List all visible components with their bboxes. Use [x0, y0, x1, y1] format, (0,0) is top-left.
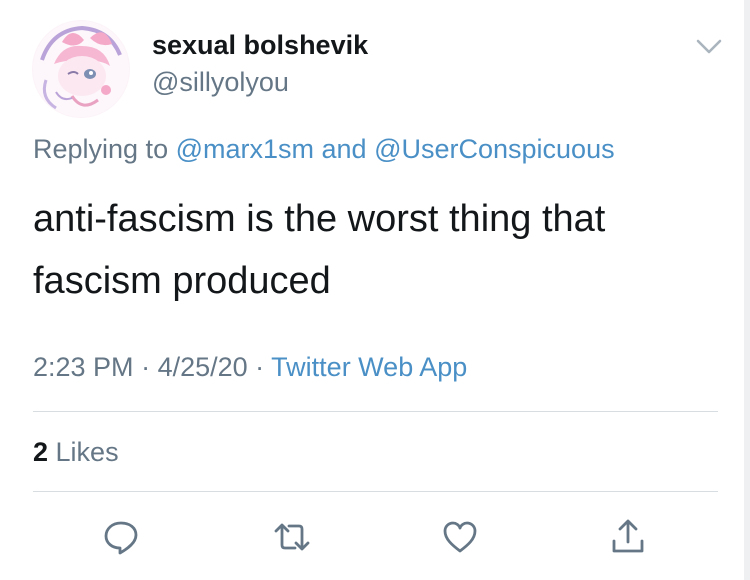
mention-link-userconspicuous[interactable]: @UserConspicuous: [374, 134, 615, 164]
chevron-down-icon[interactable]: [693, 34, 725, 58]
like-icon: [443, 521, 477, 553]
reply-icon: [104, 521, 138, 555]
divider: [33, 411, 718, 412]
tweet-date[interactable]: 4/25/20: [158, 352, 248, 382]
scrollbar-edge: [744, 0, 750, 580]
user-handle[interactable]: @sillyolyou: [152, 67, 289, 98]
likes-count: 2: [33, 437, 49, 467]
replying-prefix: Replying to: [33, 134, 176, 164]
reply-button[interactable]: [99, 515, 143, 559]
tweet-time[interactable]: 2:23 PM: [33, 352, 134, 382]
divider: [33, 491, 718, 492]
tweet-meta: 2:23 PM · 4/25/20 · Twitter Web App: [33, 352, 467, 383]
tweet-text: anti-fascism is the worst thing that fas…: [33, 188, 713, 312]
likes-label: Likes: [48, 437, 119, 467]
likes-stat[interactable]: 2 Likes: [33, 437, 119, 468]
replying-to: Replying to @marx1sm and @UserConspicuou…: [33, 134, 615, 165]
display-name[interactable]: sexual bolshevik: [152, 30, 368, 61]
tweet-source-link[interactable]: Twitter Web App: [271, 352, 467, 382]
like-button[interactable]: [438, 515, 482, 559]
replying-joiner: and: [314, 134, 375, 164]
tweet-text-line-2: fascism produced: [33, 260, 331, 302]
tweet-text-line-1: anti-fascism is the worst thing that: [33, 198, 606, 240]
avatar[interactable]: [32, 20, 130, 118]
retweet-button[interactable]: [270, 515, 314, 559]
share-button[interactable]: [606, 515, 650, 559]
tweet-card: sexual bolshevik @sillyolyou Replying to…: [0, 0, 750, 580]
share-icon: [612, 519, 644, 553]
mention-link-marx1sm[interactable]: @marx1sm: [176, 134, 314, 164]
retweet-icon: [274, 523, 310, 551]
meta-separator: ·: [133, 352, 158, 382]
meta-separator: ·: [247, 352, 272, 382]
avatar-image: [32, 20, 130, 118]
